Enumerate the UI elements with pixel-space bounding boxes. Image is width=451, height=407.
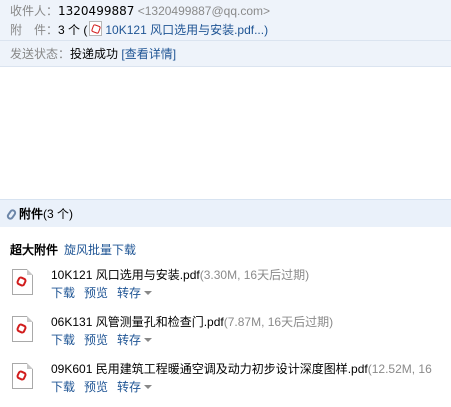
- recipient-row: 收件人：1320499887 <1320499887@qq.com>: [10, 2, 451, 21]
- save-label: 转存: [117, 333, 142, 347]
- caret-down-icon: [144, 338, 153, 342]
- save-label: 转存: [117, 380, 142, 394]
- attachment-item: 09K601 民用建筑工程暖通空调及动力初步设计深度图样.pdf(12.52M,…: [10, 360, 451, 396]
- save-button[interactable]: 转存: [117, 333, 153, 347]
- attachment-actions: 下载 预览 转存: [51, 332, 161, 348]
- mail-header: 收件人：1320499887 <1320499887@qq.com> 附 件：3…: [0, 0, 451, 41]
- attachment-meta: (7.87M, 16天后过期): [223, 315, 334, 329]
- attachment-meta: (12.52M, 16: [367, 362, 432, 376]
- attachment-name[interactable]: 10K121 风口选用与安装.pdf: [51, 268, 200, 282]
- attachment-actions: 下载 预览 转存: [51, 379, 161, 395]
- attachments-header: 附件(3 个): [0, 199, 451, 227]
- download-button[interactable]: 下载: [51, 380, 75, 394]
- status-detail-link[interactable]: [查看详情]: [121, 47, 176, 61]
- attachment-meta: (3.30M, 16天后过期): [199, 268, 310, 282]
- preview-button[interactable]: 预览: [84, 286, 108, 300]
- save-button[interactable]: 转存: [117, 380, 153, 394]
- caret-down-icon: [144, 291, 153, 295]
- attachment-name-row: 09K601 民用建筑工程暖通空调及动力初步设计深度图样.pdf(12.52M,…: [51, 360, 432, 378]
- pdf-icon[interactable]: [12, 363, 33, 389]
- attachment-actions: 下载 预览 转存: [51, 285, 161, 301]
- attachments-count: (3 个): [43, 207, 74, 221]
- pdf-icon[interactable]: [12, 316, 33, 342]
- recipient-email: <1320499887@qq.com>: [137, 4, 271, 18]
- attachment-name-row: 10K121 风口选用与安装.pdf(3.30M, 16天后过期): [51, 266, 309, 284]
- attachment-name[interactable]: 06K131 风管测量孔和检查门.pdf: [51, 315, 224, 329]
- status-label: 发送状态：: [10, 47, 71, 61]
- download-button[interactable]: 下载: [51, 286, 75, 300]
- send-status-bar: 发送状态：投递成功 [查看详情]: [0, 41, 451, 67]
- attachments-title: 附件: [19, 207, 44, 221]
- attachment-open-paren: (: [83, 23, 88, 37]
- pdf-icon: [89, 21, 103, 36]
- preview-button[interactable]: 预览: [84, 380, 108, 394]
- paperclip-icon: [5, 207, 18, 222]
- attachment-count: 3 个: [58, 23, 81, 37]
- recipient-label: 收件人：: [10, 4, 59, 18]
- download-button[interactable]: 下载: [51, 333, 75, 347]
- preview-button[interactable]: 预览: [84, 333, 108, 347]
- attachment-label: 附 件：: [10, 23, 59, 37]
- attachment-preview-link[interactable]: 10K121 风口选用与安装.pdf...): [105, 23, 268, 37]
- attachment-item: 10K121 风口选用与安装.pdf(3.30M, 16天后过期) 下载 预览 转存: [10, 266, 451, 302]
- caret-down-icon: [144, 385, 153, 389]
- attachment-summary-row: 附 件：3 个 (10K121 风口选用与安装.pdf...): [10, 21, 451, 40]
- attachment-item: 06K131 风管测量孔和检查门.pdf(7.87M, 16天后过期) 下载 预览…: [10, 313, 451, 349]
- save-label: 转存: [117, 286, 142, 300]
- large-attachment-row: 超大附件 旋风批量下载: [10, 241, 136, 259]
- pdf-icon[interactable]: [12, 269, 33, 295]
- batch-download-link[interactable]: 旋风批量下载: [64, 243, 136, 257]
- status-value: 投递成功: [70, 47, 119, 61]
- attachment-name-row: 06K131 风管测量孔和检查门.pdf(7.87M, 16天后过期): [51, 313, 333, 331]
- save-button[interactable]: 转存: [117, 286, 153, 300]
- attachment-name[interactable]: 09K601 民用建筑工程暖通空调及动力初步设计深度图样.pdf: [51, 362, 368, 376]
- large-attachment-label: 超大附件: [10, 243, 59, 257]
- recipient-name[interactable]: 1320499887: [58, 4, 134, 18]
